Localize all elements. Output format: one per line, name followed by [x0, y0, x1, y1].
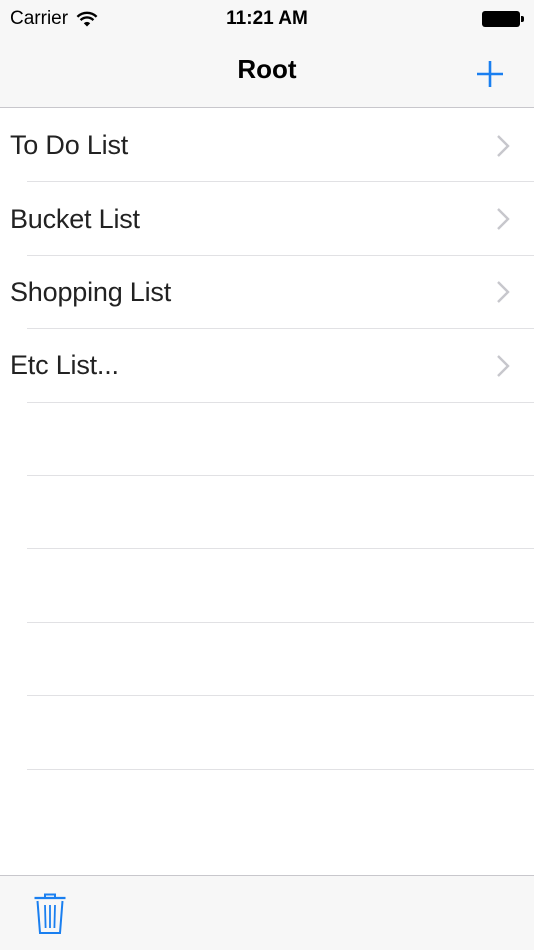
list-item-to-do[interactable]: To Do List [0, 109, 534, 183]
trash-icon [34, 893, 66, 934]
list-table: To Do List Bucket List Shopping List Etc… [0, 109, 534, 875]
screen: Carrier 11:21 AM Root To Do List Bucket … [0, 0, 534, 950]
plus-icon [477, 61, 503, 87]
chevron-right-icon [497, 281, 510, 304]
list-item-label: Bucket List [10, 203, 140, 234]
bottom-toolbar [0, 875, 534, 950]
add-button[interactable] [468, 52, 512, 96]
list-item-etc[interactable]: Etc List... [0, 329, 534, 403]
empty-row [0, 476, 534, 550]
chevron-right-icon [497, 134, 510, 157]
empty-row [0, 696, 534, 770]
status-time: 11:21 AM [226, 8, 308, 29]
page-title: Root [237, 54, 297, 84]
delete-button[interactable] [30, 892, 70, 936]
top-chrome: Carrier 11:21 AM Root [0, 0, 534, 108]
list-item-label: Shopping List [10, 276, 172, 307]
list-item-label: To Do List [10, 130, 129, 161]
navigation-bar: Root [0, 40, 534, 108]
list-item-shopping[interactable]: Shopping List [0, 256, 534, 330]
battery-full-icon [482, 11, 524, 27]
list-item-label: Etc List... [10, 350, 119, 381]
empty-row [0, 403, 534, 476]
list-item-bucket[interactable]: Bucket List [0, 182, 534, 256]
chevron-right-icon [497, 208, 510, 230]
empty-row [0, 549, 534, 623]
empty-row [0, 623, 534, 697]
chevron-right-icon [497, 355, 510, 377]
empty-row [0, 770, 534, 843]
status-bar: Carrier 11:21 AM [0, 0, 534, 40]
